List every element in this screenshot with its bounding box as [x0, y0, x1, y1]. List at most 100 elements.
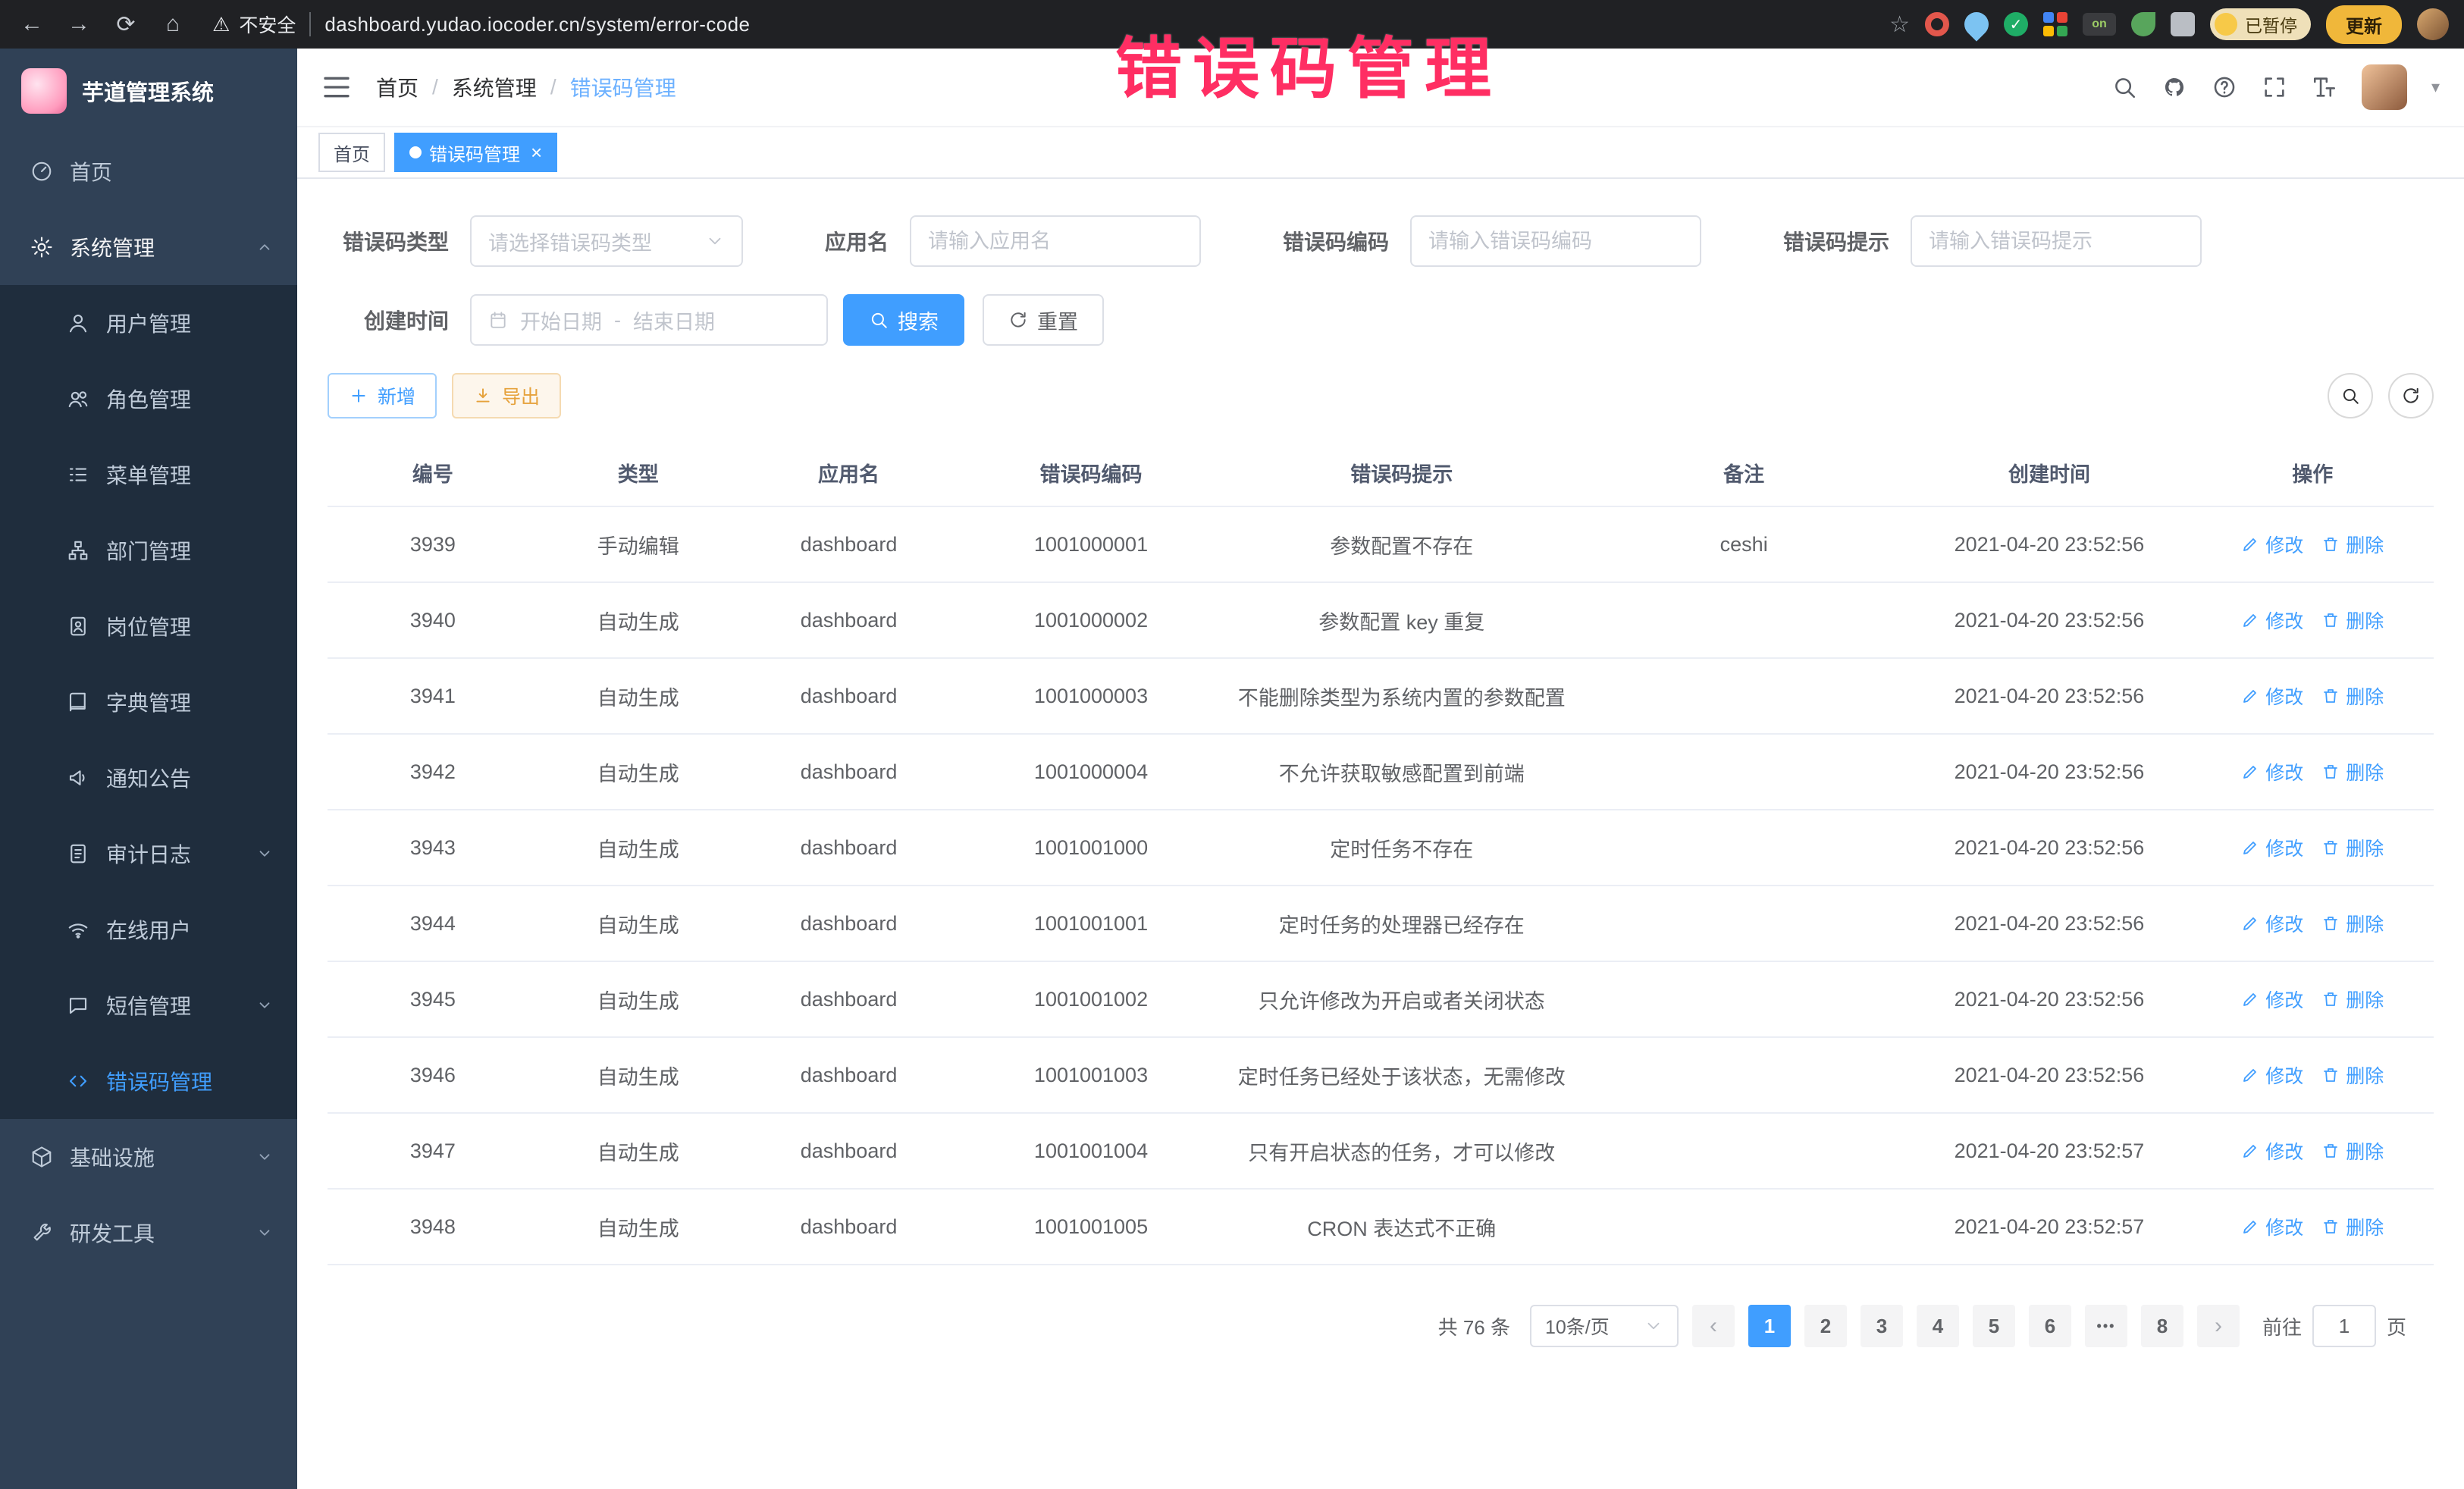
delete-link[interactable]: 删除: [2321, 1137, 2384, 1165]
app-logo[interactable]: 芋道管理系统: [0, 49, 297, 133]
sidebar-item-depts[interactable]: 部门管理: [0, 513, 297, 588]
toggle-search-button[interactable]: [2328, 373, 2373, 418]
page-button-5[interactable]: 5: [1973, 1305, 2015, 1347]
add-button[interactable]: 新增: [328, 373, 437, 418]
extension-drop-icon[interactable]: [1959, 7, 1993, 41]
breadcrumb-home[interactable]: 首页: [376, 72, 419, 102]
delete-link[interactable]: 删除: [2321, 834, 2384, 861]
trash-icon: [2321, 763, 2340, 781]
search-icon[interactable]: [2111, 74, 2137, 100]
page-button-4[interactable]: 4: [1917, 1305, 1959, 1347]
sidebar-item-posts[interactable]: 岗位管理: [0, 588, 297, 664]
page-unit-label: 页: [2387, 1312, 2406, 1340]
sidebar-item-error-codes[interactable]: 错误码管理: [0, 1043, 297, 1119]
edit-link[interactable]: 修改: [2241, 910, 2303, 937]
sync-paused-badge[interactable]: 已暂停: [2210, 8, 2311, 40]
back-button[interactable]: ←: [15, 8, 49, 41]
edit-link[interactable]: 修改: [2241, 986, 2303, 1013]
sidebar-item-audit-log[interactable]: 审计日志: [0, 816, 297, 892]
edit-link[interactable]: 修改: [2241, 834, 2303, 861]
close-icon[interactable]: ×: [531, 143, 542, 162]
edit-link[interactable]: 修改: [2241, 1213, 2303, 1240]
sidebar-item-sms[interactable]: 短信管理: [0, 967, 297, 1043]
plus-icon: [349, 386, 368, 406]
search-button[interactable]: 搜索: [843, 294, 964, 346]
extension-grid-icon[interactable]: [2043, 12, 2067, 36]
date-range-picker[interactable]: 开始日期 - 结束日期: [470, 294, 828, 346]
type-select[interactable]: 请选择错误码类型: [470, 215, 743, 267]
next-page-button[interactable]: ›: [2197, 1305, 2240, 1347]
table-row: 3943自动生成dashboard1001001000定时任务不存在2021-0…: [328, 810, 2434, 886]
url-text[interactable]: dashboard.yudao.iocoder.cn/system/error-…: [324, 13, 750, 36]
page-button-8[interactable]: 8: [2141, 1305, 2183, 1347]
sidebar-item-roles[interactable]: 角色管理: [0, 361, 297, 437]
extension-donut-icon[interactable]: [1925, 12, 1949, 36]
extension-check-icon[interactable]: ✓: [2004, 12, 2028, 36]
sidebar-item-menus[interactable]: 菜单管理: [0, 437, 297, 513]
sidebar-item-notices[interactable]: 通知公告: [0, 740, 297, 816]
delete-link[interactable]: 删除: [2321, 986, 2384, 1013]
refresh-table-button[interactable]: [2388, 373, 2434, 418]
sidebar-item-devtools[interactable]: 研发工具: [0, 1195, 297, 1271]
edit-link[interactable]: 修改: [2241, 1137, 2303, 1165]
browser-avatar[interactable]: [2417, 8, 2449, 40]
goto-page: 前往 页: [2262, 1305, 2406, 1347]
page-button-1[interactable]: 1: [1748, 1305, 1791, 1347]
sidebar-item-home[interactable]: 首页: [0, 133, 297, 209]
font-size-icon[interactable]: [2312, 74, 2337, 100]
tags-view: 首页 错误码管理 ×: [297, 127, 2464, 179]
security-chip[interactable]: ⚠ 不安全: [212, 11, 296, 38]
app-name-input[interactable]: [910, 215, 1201, 267]
extensions-puzzle-icon[interactable]: [2171, 12, 2195, 36]
user-avatar[interactable]: [2362, 64, 2407, 110]
delete-link[interactable]: 删除: [2321, 531, 2384, 558]
pencil-icon: [2241, 990, 2259, 1008]
page-button-2[interactable]: 2: [1804, 1305, 1847, 1347]
github-icon[interactable]: [2161, 74, 2187, 100]
edit-link[interactable]: 修改: [2241, 682, 2303, 710]
delete-link[interactable]: 删除: [2321, 910, 2384, 937]
edit-link[interactable]: 修改: [2241, 1061, 2303, 1089]
sidebar-item-system-mgmt[interactable]: 系统管理: [0, 209, 297, 285]
delete-link[interactable]: 删除: [2321, 607, 2384, 634]
bookmark-star-icon[interactable]: ☆: [1889, 11, 1910, 38]
delete-link[interactable]: 删除: [2321, 758, 2384, 785]
delete-link[interactable]: 删除: [2321, 1061, 2384, 1089]
page-button-6[interactable]: 6: [2029, 1305, 2071, 1347]
col-actions: 操作: [2191, 440, 2434, 506]
filter-row-1: 错误码类型 请选择错误码类型 应用名 错误码编码 错误码提示: [328, 215, 2434, 267]
goto-page-input[interactable]: [2312, 1305, 2376, 1347]
page-size-select[interactable]: 10条/页: [1530, 1305, 1679, 1347]
delete-link[interactable]: 删除: [2321, 682, 2384, 710]
sidebar-item-users[interactable]: 用户管理: [0, 285, 297, 361]
error-hint-input[interactable]: [1911, 215, 2202, 267]
caret-down-icon[interactable]: ▾: [2431, 77, 2440, 97]
reload-button[interactable]: ⟳: [109, 8, 143, 41]
browser-update-button[interactable]: 更新: [2326, 5, 2402, 44]
more-pages-button[interactable]: •••: [2085, 1305, 2127, 1347]
sidebar-item-dicts[interactable]: 字典管理: [0, 664, 297, 740]
sidebar-item-online-users[interactable]: 在线用户: [0, 892, 297, 967]
main-content: 错误码类型 请选择错误码类型 应用名 错误码编码 错误码提示: [297, 179, 2464, 1489]
extension-on-icon[interactable]: on: [2083, 13, 2116, 36]
delete-link[interactable]: 删除: [2321, 1213, 2384, 1240]
edit-link[interactable]: 修改: [2241, 607, 2303, 634]
active-tag-dot: [409, 146, 422, 158]
edit-link[interactable]: 修改: [2241, 758, 2303, 785]
sidebar-item-infra[interactable]: 基础设施: [0, 1119, 297, 1195]
error-code-input[interactable]: [1410, 215, 1701, 267]
fullscreen-icon[interactable]: [2262, 74, 2287, 100]
sidebar-toggle-icon[interactable]: [321, 72, 352, 102]
tag-home[interactable]: 首页: [318, 133, 385, 172]
export-button[interactable]: 导出: [452, 373, 561, 418]
edit-link[interactable]: 修改: [2241, 531, 2303, 558]
reset-button[interactable]: 重置: [983, 294, 1104, 346]
breadcrumb-system[interactable]: 系统管理: [452, 72, 537, 102]
help-icon[interactable]: [2212, 74, 2237, 100]
tag-error-codes[interactable]: 错误码管理 ×: [394, 133, 557, 172]
prev-page-button[interactable]: ‹: [1692, 1305, 1735, 1347]
extension-leaf-icon[interactable]: [2131, 12, 2155, 36]
page-button-3[interactable]: 3: [1861, 1305, 1903, 1347]
home-button[interactable]: ⌂: [156, 8, 190, 41]
forward-button[interactable]: →: [62, 8, 96, 41]
